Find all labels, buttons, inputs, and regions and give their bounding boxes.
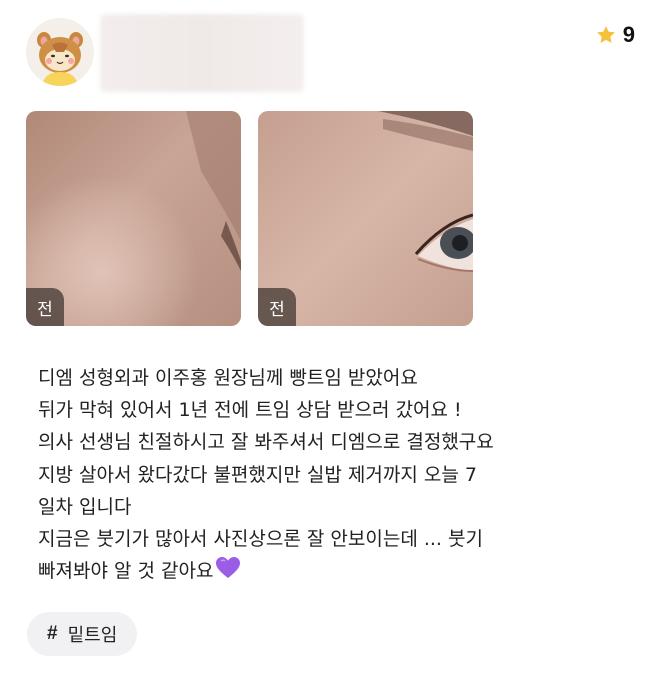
review-line: 뒤가 막혀 있어서 1년 전에 트임 상담 받으러 갔어요 !: [38, 399, 462, 422]
hashtag-symbol: #: [47, 623, 58, 644]
rating-score: 9: [622, 22, 635, 47]
before-badge: 전: [26, 288, 64, 326]
review-header: 9: [0, 0, 663, 100]
hamster-avatar-icon: [26, 18, 94, 86]
username-blurred: [100, 14, 304, 92]
hashtag-chip[interactable]: # 밑트임: [27, 612, 138, 656]
purple-heart-icon: [216, 557, 241, 579]
review-line: 의사 선생님 친절하시고 잘 봐주셔서 디엠으로 결정했구요: [38, 431, 494, 454]
review-line: 빠져봐야 알 것 같아요: [38, 560, 214, 583]
review-line: 디엠 성형외과 이주홍 원장님께 빵트임 받았어요: [38, 367, 418, 389]
review-text: 디엠 성형외과 이주홍 원장님께 빵트임 받았어요 뒤가 막혀 있어서 1년 전…: [38, 362, 638, 587]
hashtag-label: 밑트임: [67, 625, 118, 646]
review-line: 지방 살아서 왔다갔다 불편했지만 실밥 제거까지 오늘 7: [38, 463, 477, 486]
review-line: 지금은 붓기가 많아서 사진상으론 잘 안보이는데 ... 붓기: [38, 528, 483, 551]
before-badge: 전: [258, 288, 296, 326]
before-photo-2[interactable]: 전: [258, 111, 473, 326]
photo-gallery: 전 전: [26, 111, 473, 326]
before-photo-1[interactable]: 전: [26, 111, 241, 326]
review-line: 일차 입니다: [38, 495, 132, 518]
avatar[interactable]: [26, 18, 94, 86]
rating: 9: [595, 22, 635, 48]
star-icon: [596, 26, 615, 43]
